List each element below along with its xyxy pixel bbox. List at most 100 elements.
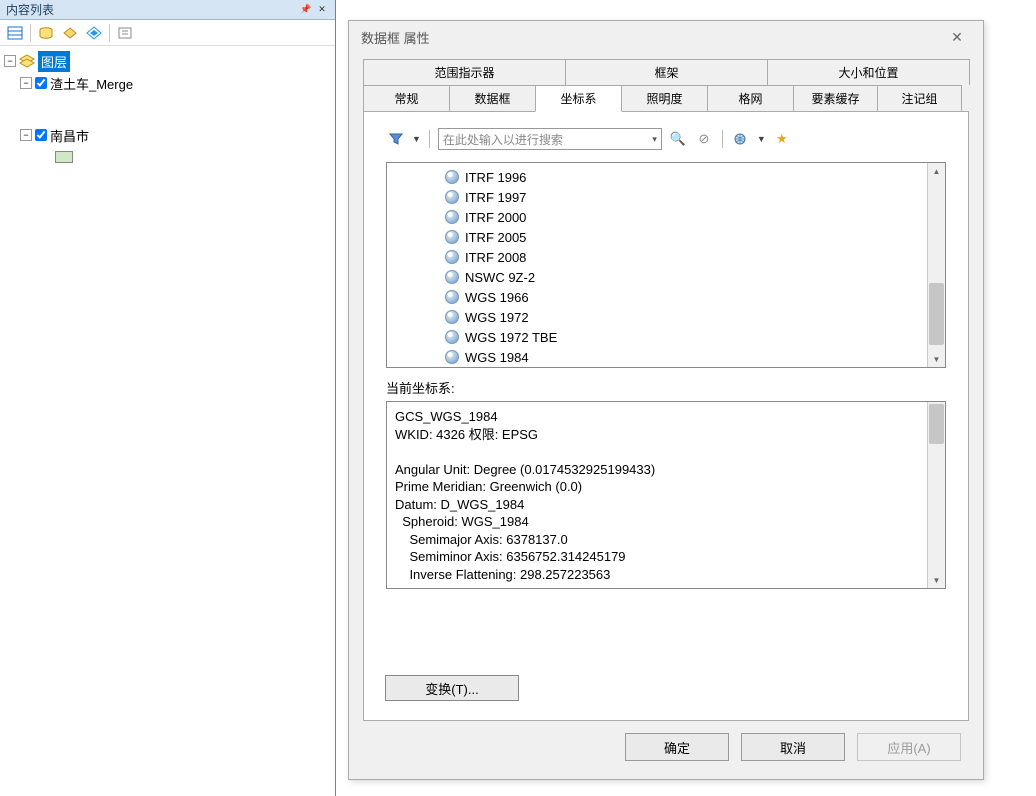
dialog-footer: 确定 取消 应用(A): [625, 733, 961, 761]
cs-list[interactable]: ITRF 1996 ITRF 1997 ITRF 2000 ITRF 2005 ITRF…: [386, 162, 946, 368]
list-by-source-icon[interactable]: [35, 22, 57, 44]
scroll-down-icon[interactable]: ▼: [928, 351, 945, 367]
close-button[interactable]: ✕: [937, 24, 977, 50]
toc-panel: 内容列表 📌 ✕ − 图层: [0, 0, 336, 796]
globe-icon: [445, 330, 459, 344]
favorite-icon[interactable]: ★: [772, 129, 792, 149]
dropdown-arrow-icon[interactable]: ▼: [757, 134, 766, 144]
cs-search-input[interactable]: 在此处输入以进行搜索 ▾: [438, 128, 662, 150]
cs-item-label: WGS 1966: [465, 290, 529, 305]
cs-item-label: ITRF 2005: [465, 230, 526, 245]
dialog-title: 数据框 属性: [361, 28, 430, 47]
cs-item-label: WGS 1984: [465, 350, 529, 365]
pin-icon[interactable]: 📌: [299, 3, 313, 17]
dropdown-arrow-icon[interactable]: ▼: [412, 134, 421, 144]
globe-icon: [445, 170, 459, 184]
search-icon[interactable]: 🔍: [668, 129, 688, 149]
tab-size-position[interactable]: 大小和位置: [767, 59, 970, 85]
tab-extent-indicators[interactable]: 范围指示器: [363, 59, 566, 85]
layer-visibility-checkbox[interactable]: [35, 129, 47, 141]
legend-swatch: [55, 151, 73, 163]
tab-coordinate-system[interactable]: 坐标系: [535, 85, 622, 112]
scrollbar[interactable]: ▲ ▼: [927, 163, 945, 367]
cs-item-label: NSWC 9Z-2: [465, 270, 535, 285]
cs-item-label: ITRF 1996: [465, 170, 526, 185]
globe-icon: [445, 270, 459, 284]
list-by-visibility-icon[interactable]: [59, 22, 81, 44]
toc-title: 内容列表: [6, 1, 54, 18]
ok-button[interactable]: 确定: [625, 733, 729, 761]
globe-icon: [445, 310, 459, 324]
chevron-down-icon[interactable]: ▾: [652, 134, 657, 145]
cs-toolbar: ▼ 在此处输入以进行搜索 ▾ 🔍 ⊘ ▼ ★: [386, 128, 946, 150]
cs-item[interactable]: NSWC 9Z-2: [387, 267, 927, 287]
collapse-icon[interactable]: −: [20, 129, 32, 141]
tree-layer-row[interactable]: − 渣土车_Merge: [2, 72, 333, 94]
tab-grids[interactable]: 格网: [707, 85, 794, 112]
list-by-selection-icon[interactable]: [83, 22, 105, 44]
cs-item[interactable]: WGS 1972 TBE: [387, 327, 927, 347]
tab-annotation-groups[interactable]: 注记组: [877, 85, 962, 112]
tab-frame[interactable]: 框架: [565, 59, 768, 85]
scroll-down-icon[interactable]: ▼: [928, 572, 945, 588]
collapse-icon[interactable]: −: [4, 55, 16, 67]
dataframe-properties-dialog: 数据框 属性 ✕ 范围指示器 框架 大小和位置 常规 数据框 坐标系 照明度 格…: [348, 20, 984, 780]
cs-item[interactable]: ITRF 2000: [387, 207, 927, 227]
tree-root-label[interactable]: 图层: [38, 51, 70, 72]
globe-icon: [445, 210, 459, 224]
filter-icon[interactable]: [386, 129, 406, 149]
toc-toolbar: [0, 20, 335, 46]
cs-item[interactable]: ITRF 1997: [387, 187, 927, 207]
scroll-thumb[interactable]: [929, 283, 944, 345]
add-cs-icon[interactable]: [731, 129, 751, 149]
tab-general[interactable]: 常规: [363, 85, 450, 112]
cs-item[interactable]: WGS 1972: [387, 307, 927, 327]
clear-search-icon[interactable]: ⊘: [694, 129, 714, 149]
collapse-icon[interactable]: −: [20, 77, 32, 89]
toc-tree: − 图层 − 渣土车_Merge − 南昌市: [0, 46, 335, 172]
dialog-titlebar[interactable]: 数据框 属性 ✕: [349, 21, 983, 53]
cs-detail-box: GCS_WGS_1984 WKID: 4326 权限: EPSG Angular…: [386, 401, 946, 589]
separator: [722, 130, 723, 148]
cs-item[interactable]: WGS 1966: [387, 287, 927, 307]
globe-icon: [445, 190, 459, 204]
globe-icon: [445, 250, 459, 264]
dataframe-icon: [19, 54, 35, 68]
separator: [429, 130, 430, 148]
globe-icon: [445, 230, 459, 244]
legend-row: [2, 146, 333, 168]
scrollbar[interactable]: ▲ ▼: [927, 402, 945, 588]
cancel-button[interactable]: 取消: [741, 733, 845, 761]
apply-button: 应用(A): [857, 733, 961, 761]
toc-titlebar: 内容列表 📌 ✕: [0, 0, 335, 20]
list-by-drawing-icon[interactable]: [4, 22, 26, 44]
cs-item-label: ITRF 1997: [465, 190, 526, 205]
cs-item-label: ITRF 2008: [465, 250, 526, 265]
options-icon[interactable]: [114, 22, 136, 44]
transformations-button[interactable]: 变换(T)...: [385, 675, 519, 701]
layer-visibility-checkbox[interactable]: [35, 77, 47, 89]
tree-root-row[interactable]: − 图层: [2, 50, 333, 72]
cs-item-label: WGS 1972 TBE: [465, 330, 557, 345]
search-placeholder: 在此处输入以进行搜索: [443, 131, 563, 148]
cs-item-label: WGS 1972: [465, 310, 529, 325]
tab-strip: 范围指示器 框架 大小和位置 常规 数据框 坐标系 照明度 格网 要素缓存 注记…: [363, 59, 969, 112]
cs-item[interactable]: ITRF 2008: [387, 247, 927, 267]
tab-illumination[interactable]: 照明度: [621, 85, 708, 112]
layer-label[interactable]: 渣土车_Merge: [50, 74, 133, 93]
cs-item[interactable]: ITRF 2005: [387, 227, 927, 247]
layer-label[interactable]: 南昌市: [50, 126, 89, 145]
coordinate-system-panel: ▼ 在此处输入以进行搜索 ▾ 🔍 ⊘ ▼ ★ ITRF 1996ITRF 199…: [363, 111, 969, 721]
globe-icon: [445, 290, 459, 304]
tree-layer-row[interactable]: − 南昌市: [2, 124, 333, 146]
current-cs-label: 当前坐标系:: [386, 378, 946, 397]
separator: [30, 24, 31, 42]
scroll-up-icon[interactable]: ▲: [928, 163, 945, 179]
cs-detail-text[interactable]: GCS_WGS_1984 WKID: 4326 权限: EPSG Angular…: [387, 402, 927, 588]
tab-feature-cache[interactable]: 要素缓存: [793, 85, 878, 112]
close-icon[interactable]: ✕: [315, 3, 329, 17]
scroll-thumb[interactable]: [929, 404, 944, 444]
cs-item[interactable]: WGS 1984: [387, 347, 927, 367]
cs-item[interactable]: ITRF 1996: [387, 167, 927, 187]
tab-dataframe[interactable]: 数据框: [449, 85, 536, 112]
